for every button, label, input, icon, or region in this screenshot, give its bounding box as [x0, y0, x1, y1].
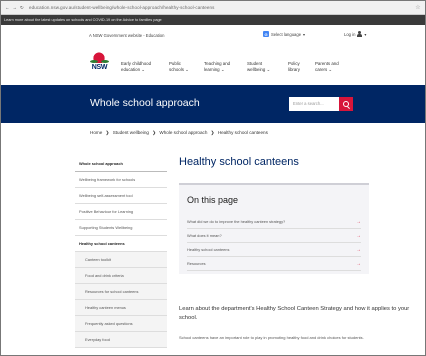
sidebar-heading[interactable]: Whole school approach [75, 156, 167, 172]
user-icon [357, 31, 363, 37]
sidebar-item[interactable]: Supporting Students Wellbeing [75, 220, 167, 236]
sidebar-subitem[interactable]: Canteen toolkit [75, 252, 167, 268]
on-this-page-box: On this page What did we do to improve t… [179, 183, 369, 274]
sidebar-subitem[interactable]: Food and drink criteria [75, 268, 167, 284]
logo-text: NSW [91, 64, 108, 71]
nav-item-policy-library[interactable]: Policy library [288, 61, 300, 73]
breadcrumb-current: Healthy school canteens [217, 130, 268, 135]
sidebar-subitem[interactable]: Everyday food [75, 332, 167, 348]
login-label: Log in [344, 31, 356, 37]
url-field[interactable]: education.nsw.gov.au/student-wellbeing/w… [29, 5, 411, 10]
toc-link[interactable]: Healthy school canteens → [187, 243, 361, 257]
browser-window: ← → ↻ education.nsw.gov.au/student-wellb… [0, 0, 426, 356]
sidebar-subitem[interactable]: Healthy canteen menus [75, 300, 167, 316]
chevron-right-icon: ❯ [105, 130, 110, 135]
nav-item-student-wellbeing[interactable]: Student wellbeing ⌄ [247, 61, 270, 73]
forward-icon[interactable]: → [13, 5, 18, 11]
nav-item-parents-carers[interactable]: Parents and carers ⌄ [315, 61, 339, 73]
nav-item-teaching-learning[interactable]: Teaching and learning ⌄ [204, 61, 230, 73]
back-icon[interactable]: ← [5, 5, 10, 11]
sidebar-item[interactable]: Positive Behaviour for Learning [75, 204, 167, 220]
sidebar-item-active[interactable]: Healthy school canteens [75, 236, 167, 252]
toc-link[interactable]: Resources → [187, 257, 361, 271]
login-button[interactable]: Log in ▾ [344, 31, 367, 37]
search-input[interactable]: Enter a search... [289, 97, 339, 111]
site-header: NSW Early childhood education ⌄ Public s… [1, 47, 425, 85]
language-label: Select language [271, 31, 302, 37]
sidebar-nav: Whole school approach Wellbeing framewor… [75, 156, 167, 348]
section-banner: Whole school approach Enter a search... [1, 85, 425, 123]
toc-link[interactable]: What does it mean? → [187, 229, 361, 243]
arrow-right-icon: → [356, 260, 361, 267]
bookmark-star-icon[interactable]: ☆ [411, 4, 425, 11]
breadcrumb-student-wellbeing[interactable]: Student wellbeing [113, 130, 149, 135]
chevron-down-icon: ▾ [364, 31, 367, 37]
breadcrumb-whole-school[interactable]: Whole school approach [159, 130, 207, 135]
nav-item-early-childhood[interactable]: Early childhood education ⌄ [121, 61, 151, 73]
google-translate-icon: G [263, 31, 269, 37]
section-title: Whole school approach [90, 97, 200, 109]
chevron-down-icon: ▾ [303, 31, 306, 37]
search-button[interactable] [339, 97, 353, 111]
sidebar-subitem[interactable]: Frequently asked questions [75, 316, 167, 332]
arrow-right-icon: → [356, 232, 361, 239]
gov-site-link[interactable]: A NSW Government website - Education [89, 33, 164, 38]
breadcrumb: Home ❯ Student wellbeing ❯ Whole school … [90, 130, 268, 136]
browser-nav: ← → ↻ [1, 5, 29, 11]
search-icon [342, 100, 349, 107]
nsw-logo[interactable]: NSW [90, 51, 109, 77]
lead-paragraph: Learn about the department's Healthy Sch… [179, 306, 410, 321]
language-selector[interactable]: G Select language ▾ [263, 31, 305, 37]
sidebar-item[interactable]: Wellbeing self-assessment tool [75, 188, 167, 204]
address-bar: ← → ↻ education.nsw.gov.au/student-wellb… [1, 1, 425, 15]
sidebar-item[interactable]: Wellbeing framework for schools [75, 172, 167, 188]
arrow-right-icon: → [356, 246, 361, 253]
sidebar-subitem[interactable]: Resources for school canteens [75, 284, 167, 300]
body-paragraph: School canteens have an important role t… [179, 335, 364, 340]
arrow-right-icon: → [356, 218, 361, 225]
reload-icon[interactable]: ↻ [20, 5, 24, 11]
chevron-right-icon: ❯ [210, 130, 215, 135]
utility-bar: A NSW Government website - Education G S… [1, 25, 425, 47]
breadcrumb-home[interactable]: Home [90, 130, 102, 135]
page-title: Healthy school canteens [179, 156, 299, 168]
chevron-right-icon: ❯ [152, 130, 157, 135]
nav-item-public-schools[interactable]: Public schools ⌄ [169, 61, 189, 73]
toc-link[interactable]: What did we do to improve the healthy ca… [187, 215, 361, 229]
alert-banner[interactable]: Learn more about the latest updates on s… [1, 15, 425, 25]
on-this-page-title: On this page [187, 195, 239, 205]
